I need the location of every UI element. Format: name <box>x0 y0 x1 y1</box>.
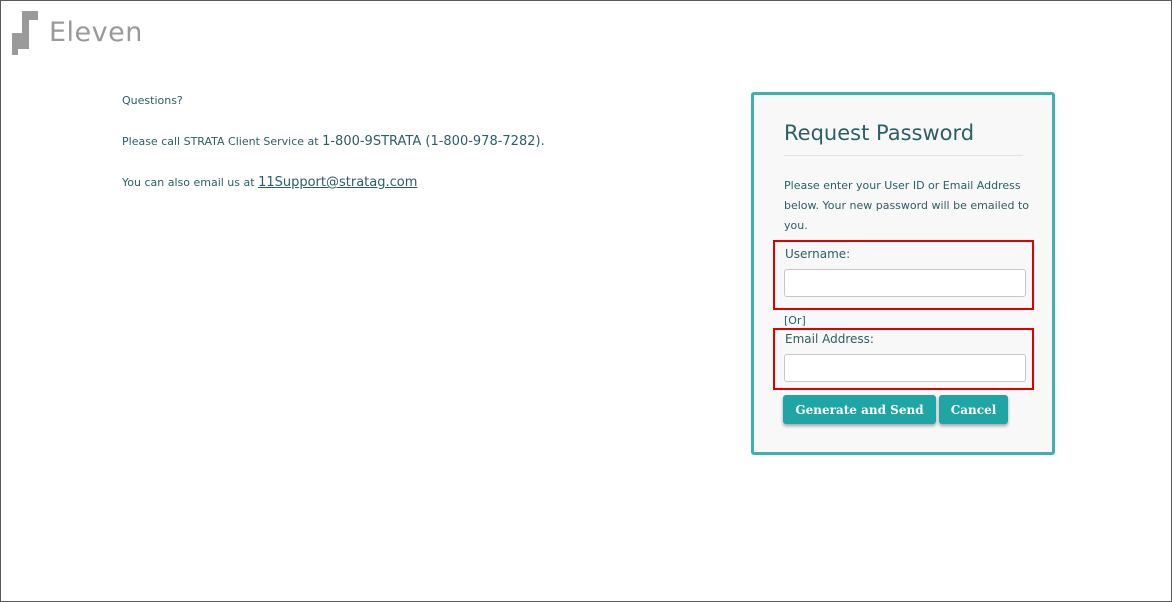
brand-name: Eleven <box>49 17 143 48</box>
support-email-link[interactable]: 11Support@stratag.com <box>258 175 417 190</box>
or-separator: [Or] <box>784 314 806 327</box>
email-text: You can also email us at <box>122 176 259 189</box>
title-divider <box>784 155 1023 156</box>
panel-description: Please enter your User ID or Email Addre… <box>784 179 1029 232</box>
email-label: Email Address: <box>785 332 874 346</box>
call-text: Please call STRATA Client Service at <box>122 135 323 148</box>
username-field-group: Username: <box>773 240 1034 310</box>
generate-and-send-button[interactable]: Generate and Send <box>783 395 936 424</box>
email-text-line: You can also email us at 11Support@strat… <box>122 175 417 190</box>
email-input[interactable] <box>784 354 1026 382</box>
email-field-group: Email Address: <box>773 328 1034 390</box>
username-input[interactable] <box>784 269 1026 297</box>
call-text-line: Please call STRATA Client Service at 1-8… <box>122 134 545 149</box>
cancel-button[interactable]: Cancel <box>939 395 1008 424</box>
phone-number: 1-800-9STRATA (1-800-978-7282). <box>322 134 545 149</box>
brand-logo: Eleven <box>12 11 143 55</box>
request-password-panel: Request Password Please enter your User … <box>751 92 1055 455</box>
username-label: Username: <box>785 247 851 261</box>
eleven-logo-icon <box>12 11 40 55</box>
panel-title: Request Password <box>784 121 975 145</box>
questions-text: Questions? <box>122 94 183 107</box>
page-frame: Eleven Questions? Please call STRATA Cli… <box>0 0 1172 602</box>
